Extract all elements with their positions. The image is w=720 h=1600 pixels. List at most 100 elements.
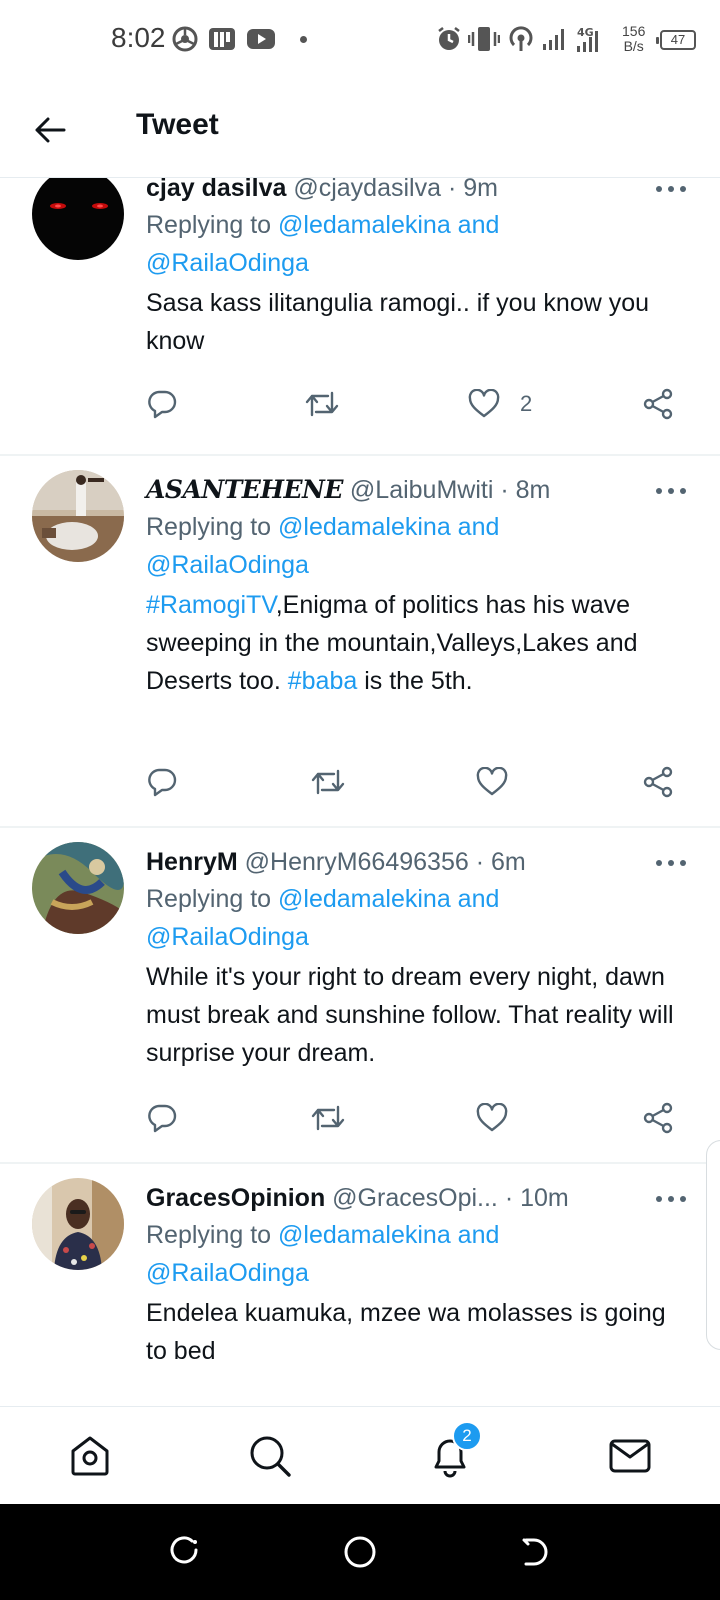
display-name[interactable]: cjay dasilva: [146, 178, 286, 202]
scroll-handle[interactable]: [706, 1140, 720, 1350]
avatar[interactable]: [32, 1178, 124, 1270]
mention-link[interactable]: @ledamalekina and: [278, 513, 499, 541]
vibrate-icon: [468, 27, 500, 51]
search-icon: [250, 1436, 291, 1477]
tweet-actions: [146, 1098, 686, 1138]
page-title: Tweet: [136, 108, 219, 141]
timestamp: · 6m: [475, 848, 526, 876]
reply-icon: [148, 390, 177, 419]
retweet-icon: [311, 1105, 345, 1131]
mention-link[interactable]: @RailaOdinga: [146, 1259, 309, 1287]
timestamp: · 9m: [447, 178, 498, 202]
display-name[interactable]: GracesOpinion: [146, 1184, 325, 1212]
timestamp: · 8m: [500, 476, 551, 504]
back-button[interactable]: [30, 110, 70, 150]
mention-link[interactable]: @ledamalekina and: [278, 885, 499, 913]
replying-to: Replying to @ledamalekina and @RailaOdin…: [146, 513, 500, 579]
home-system-button[interactable]: [340, 1532, 380, 1572]
retweet-button[interactable]: [304, 384, 340, 424]
heart-icon: [476, 767, 508, 796]
more-options-icon[interactable]: [656, 858, 686, 868]
more-options-icon[interactable]: [656, 1194, 686, 1204]
status-bar: 8:02 4G 156 B/s 47: [0, 0, 720, 80]
share-button[interactable]: [642, 384, 674, 424]
username[interactable]: @HenryM66496356: [245, 848, 469, 876]
heart-icon: [468, 389, 500, 418]
status-time: 8:02: [111, 22, 166, 53]
like-button[interactable]: [476, 1098, 508, 1138]
avatar[interactable]: [32, 470, 124, 562]
tweet-text: #RamogiTV,Enigma of politics has his wav…: [146, 591, 638, 695]
mention-link[interactable]: @ledamalekina and: [278, 1221, 499, 1249]
signal-4g-icon: 4G: [577, 26, 598, 52]
share-button[interactable]: [642, 1098, 674, 1138]
back-system-button[interactable]: [516, 1532, 556, 1572]
reply-feed: cjay dasilva @cjaydasilva · 9m Replying …: [0, 178, 720, 1406]
arrow-left-icon: [35, 117, 66, 143]
retweet-button[interactable]: [310, 762, 346, 802]
tweet-header: HenryM @HenryM66496356 · 6m: [146, 846, 526, 878]
recents-button[interactable]: [164, 1532, 204, 1572]
share-icon: [643, 1102, 673, 1134]
mention-link[interactable]: @RailaOdinga: [146, 923, 309, 951]
replying-to: Replying to @ledamalekina and @RailaOdin…: [146, 885, 500, 951]
tweet[interactable]: 𝑨𝑺𝑨𝑵𝑻𝑬𝑯𝑬𝑵𝑬 @LaibuMwiti · 8m Replying to …: [0, 456, 720, 828]
avatar[interactable]: [32, 178, 124, 260]
back-system-icon: [522, 1538, 548, 1566]
more-options-icon[interactable]: [656, 184, 686, 194]
mention-link[interactable]: @RailaOdinga: [146, 249, 309, 277]
display-name[interactable]: HenryM: [146, 848, 238, 876]
chrome-icon: [172, 26, 198, 52]
more-options-icon[interactable]: [656, 486, 686, 496]
tweet-text: While it's your right to dream every nig…: [146, 963, 674, 1067]
hashtag-link[interactable]: #RamogiTV: [146, 591, 276, 619]
replying-to: Replying to @ledamalekina and @RailaOdin…: [146, 1221, 500, 1287]
reply-button[interactable]: [146, 762, 178, 802]
timestamp: · 10m: [504, 1184, 569, 1212]
tweet[interactable]: HenryM @HenryM66496356 · 6m Replying to …: [0, 828, 720, 1164]
system-nav-bar: [0, 1504, 720, 1600]
retweet-button[interactable]: [310, 1098, 346, 1138]
avatar[interactable]: [32, 842, 124, 934]
reply-button[interactable]: [146, 384, 178, 424]
hashtag-link[interactable]: #baba: [288, 667, 358, 695]
like-button[interactable]: [476, 762, 508, 802]
username[interactable]: @cjaydasilva: [293, 178, 441, 202]
alarm-icon: [438, 27, 460, 50]
battery-icon: 47: [656, 30, 696, 50]
youtube-icon: [247, 29, 275, 49]
signal-icon: [543, 29, 564, 50]
tweet[interactable]: cjay dasilva @cjaydasilva · 9m Replying …: [0, 178, 720, 456]
share-icon: [643, 766, 673, 798]
tweet-actions: 2: [146, 384, 686, 424]
circle-icon: [344, 1536, 376, 1568]
share-button[interactable]: [642, 762, 674, 802]
share-icon: [643, 388, 673, 420]
like-button[interactable]: 2: [468, 384, 532, 424]
nav-search[interactable]: [245, 1431, 295, 1481]
hotspot-icon: [509, 26, 533, 51]
messages-icon: [609, 1439, 651, 1473]
top-header: Tweet: [0, 80, 720, 178]
network-speed: 156 B/s: [622, 23, 646, 54]
tweet-actions: [146, 762, 686, 802]
username[interactable]: @LaibuMwiti: [350, 476, 493, 504]
tweet-header: 𝑨𝑺𝑨𝑵𝑻𝑬𝑯𝑬𝑵𝑬 @LaibuMwiti · 8m: [146, 474, 550, 506]
display-name[interactable]: 𝑨𝑺𝑨𝑵𝑻𝑬𝑯𝑬𝑵𝑬: [146, 475, 343, 504]
nav-home[interactable]: [65, 1431, 115, 1481]
reply-icon: [148, 768, 177, 797]
retweet-icon: [311, 769, 345, 795]
tweet-header: GracesOpinion @GracesOpi... · 10m: [146, 1182, 569, 1214]
tweet[interactable]: GracesOpinion @GracesOpi... · 10m Replyi…: [0, 1164, 720, 1406]
home-icon: [71, 1436, 109, 1476]
pinterest-icon: [209, 28, 235, 50]
notification-badge: 2: [452, 1421, 482, 1451]
username[interactable]: @GracesOpi...: [332, 1184, 498, 1212]
mention-link[interactable]: @RailaOdinga: [146, 551, 309, 579]
bottom-nav: 2: [0, 1406, 720, 1504]
heart-icon: [476, 1103, 508, 1132]
dot-icon: [300, 36, 307, 43]
nav-messages[interactable]: [605, 1431, 655, 1481]
mention-link[interactable]: @ledamalekina and: [278, 211, 499, 239]
reply-button[interactable]: [146, 1098, 178, 1138]
